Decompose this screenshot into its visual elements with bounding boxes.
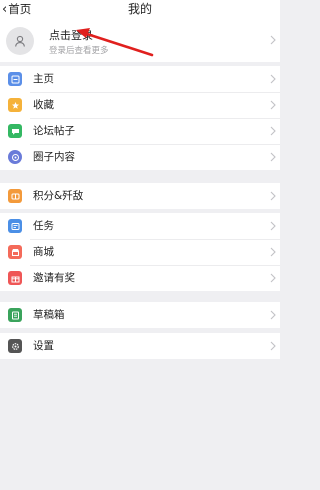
menu-item-label: 圈子内容 [33, 151, 75, 163]
chat-icon [8, 124, 22, 138]
chevron-right-icon [268, 33, 278, 47]
menu-item-label: 设置 [33, 340, 54, 352]
draft-icon [8, 308, 22, 322]
chevron-right-icon [268, 339, 278, 353]
chevron-right-icon [268, 189, 278, 203]
menu-item-label: 商城 [33, 246, 54, 258]
menu-item-drafts[interactable]: 草稿箱 [0, 302, 280, 328]
menu-group-2: 积分&歼敌 [0, 183, 280, 209]
login-title[interactable]: 点击登录 [49, 27, 93, 43]
gift-icon [8, 271, 22, 285]
chevron-right-icon [268, 245, 278, 259]
chevron-right-icon [268, 72, 278, 86]
menu-item-label: 主页 [33, 73, 54, 85]
menu-item-favorites[interactable]: 收藏 [0, 92, 280, 118]
chevron-right-icon [268, 271, 278, 285]
menu-item-label: 任务 [33, 220, 54, 232]
user-icon [15, 35, 25, 47]
menu-item-invite-reward[interactable]: 邀请有奖 [0, 265, 280, 291]
menu-item-points[interactable]: 积分&歼敌 [0, 183, 280, 209]
menu-group-3: 任务 商城 邀请有奖 [0, 213, 280, 291]
chevron-right-icon [268, 219, 278, 233]
menu-item-forum-posts[interactable]: 论坛帖子 [0, 118, 280, 144]
shop-icon [8, 245, 22, 259]
menu-group-1: 主页 收藏 论坛帖子 圈子内容 [0, 66, 280, 170]
menu-item-label: 收藏 [33, 99, 54, 111]
chevron-right-icon [268, 150, 278, 164]
page-title: 我的 [127, 2, 152, 16]
menu-item-settings[interactable]: 设置 [0, 333, 280, 359]
circle-icon [8, 150, 22, 164]
menu-item-label: 论坛帖子 [33, 125, 75, 137]
chevron-right-icon [268, 308, 278, 322]
login-card[interactable]: 点击登录 登录后查看更多 [0, 18, 280, 62]
menu-item-home[interactable]: 主页 [0, 66, 280, 92]
menu-item-circle-content[interactable]: 圈子内容 [0, 144, 280, 170]
login-subtitle: 登录后查看更多 [49, 46, 109, 56]
home-icon [8, 72, 22, 86]
favorite-icon [8, 98, 22, 112]
top-bar: ‹ 首页 我的 [0, 0, 280, 18]
task-icon [8, 219, 22, 233]
avatar[interactable] [6, 27, 34, 55]
menu-item-label: 草稿箱 [33, 309, 65, 321]
menu-group-5: 设置 [0, 333, 280, 359]
menu-item-label: 积分&歼敌 [33, 190, 84, 202]
chevron-right-icon [268, 124, 278, 138]
settings-icon [8, 339, 22, 353]
menu-item-label: 邀请有奖 [33, 272, 75, 284]
points-icon [8, 189, 22, 203]
chevron-right-icon [268, 98, 278, 112]
menu-group-4: 草稿箱 [0, 302, 280, 328]
menu-item-shop[interactable]: 商城 [0, 239, 280, 265]
menu-item-tasks[interactable]: 任务 [0, 213, 280, 239]
